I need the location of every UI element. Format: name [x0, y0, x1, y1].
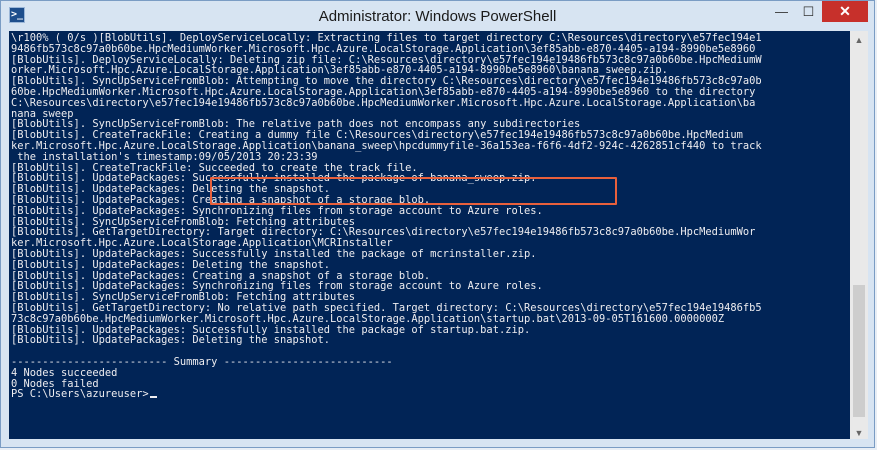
console-line: [BlobUtils]. DeployServiceLocally: Delet… — [11, 54, 762, 66]
console-line: [BlobUtils]. UpdatePackages: Synchronizi… — [11, 281, 543, 293]
maximize-button[interactable]: ☐ — [795, 1, 822, 22]
console-line: nana_sweep — [11, 108, 74, 120]
console-line: [BlobUtils]. CreateTrackFile: Succeeded … — [11, 162, 418, 174]
highlight-box — [210, 177, 617, 205]
console-line: [BlobUtils]. UpdatePackages: Successfull… — [11, 324, 531, 336]
console-line: [BlobUtils]. SyncUpServiceFromBlob: The … — [11, 119, 581, 131]
console-line: 0 Nodes failed — [11, 378, 99, 390]
console-line: [BlobUtils]. UpdatePackages: Deleting th… — [11, 259, 331, 271]
powershell-window: >_ Administrator: Windows PowerShell — ☐… — [0, 0, 875, 448]
console-line: [BlobUtils]. UpdatePackages: Synchronizi… — [11, 205, 543, 217]
window-controls: — ☐ ✕ — [768, 1, 868, 23]
window-title: Administrator: Windows PowerShell — [318, 8, 557, 25]
console-line: [BlobUtils]. CreateTrackFile: Creating a… — [11, 130, 743, 141]
console-line: 4 Nodes succeeded — [11, 367, 118, 379]
console-line: ------------------------- Summary ------… — [11, 356, 393, 368]
console-line: C:\Resources\directory\e57fec194e19486fb… — [11, 97, 756, 109]
console-line: 60be.HpcMediumWorker.Microsoft.Hpc.Azure… — [11, 86, 756, 98]
console-line: ker.Microsoft.Hpc.Azure.LocalStorage.App… — [11, 140, 762, 152]
console-line: [BlobUtils]. SyncUpServiceFromBlob: Fetc… — [11, 292, 356, 303]
console-line: the installation's timestamp:09/05/2013 … — [11, 151, 318, 163]
prompt-line[interactable]: PS C:\Users\azureuser> — [11, 389, 850, 400]
minimize-button[interactable]: — — [768, 1, 795, 22]
console-lines: \r100% ( 0/s )[BlobUtils]. DeployService… — [11, 33, 850, 400]
console-line: [BlobUtils]. SyncUpServiceFromBlob: Atte… — [11, 76, 762, 87]
scrollbar-thumb[interactable] — [853, 285, 865, 417]
window-bottom-frame — [1, 439, 874, 447]
console-line: 9486fb573c8c97a0b60be.HpcMediumWorker.Mi… — [11, 43, 756, 55]
console-line: 73c8c97a0b60be.HpcMediumWorker.Microsoft… — [11, 313, 725, 325]
console-line: orker.Microsoft.Hpc.Azure.LocalStorage.A… — [11, 65, 668, 77]
console-output[interactable]: \r100% ( 0/s )[BlobUtils]. DeployService… — [9, 31, 850, 441]
prompt-text: PS C:\Users\azureuser> — [11, 389, 149, 401]
vertical-scrollbar[interactable]: ▲ ▼ — [850, 31, 868, 441]
console-line: [BlobUtils]. GetTargetDirectory: Target … — [11, 227, 756, 239]
console-line: [BlobUtils]. UpdatePackages: Deleting th… — [11, 335, 331, 347]
close-button[interactable]: ✕ — [822, 1, 868, 22]
console-line: [BlobUtils]. UpdatePackages: Successfull… — [11, 248, 537, 260]
console-line: \r100% ( 0/s )[BlobUtils]. DeployService… — [11, 33, 762, 44]
title-bar[interactable]: >_ Administrator: Windows PowerShell — ☐… — [1, 1, 874, 31]
console-line: [BlobUtils]. SyncUpServiceFromBlob: Fetc… — [11, 216, 356, 228]
text-cursor — [149, 396, 157, 399]
console-line: [BlobUtils]. UpdatePackages: Creating a … — [11, 270, 431, 282]
console-line: [BlobUtils]. GetTargetDirectory: No rela… — [11, 302, 762, 314]
scroll-up-arrow-icon[interactable]: ▲ — [850, 31, 868, 48]
console-line: ker.Microsoft.Hpc.Azure.LocalStorage.App… — [11, 238, 393, 249]
